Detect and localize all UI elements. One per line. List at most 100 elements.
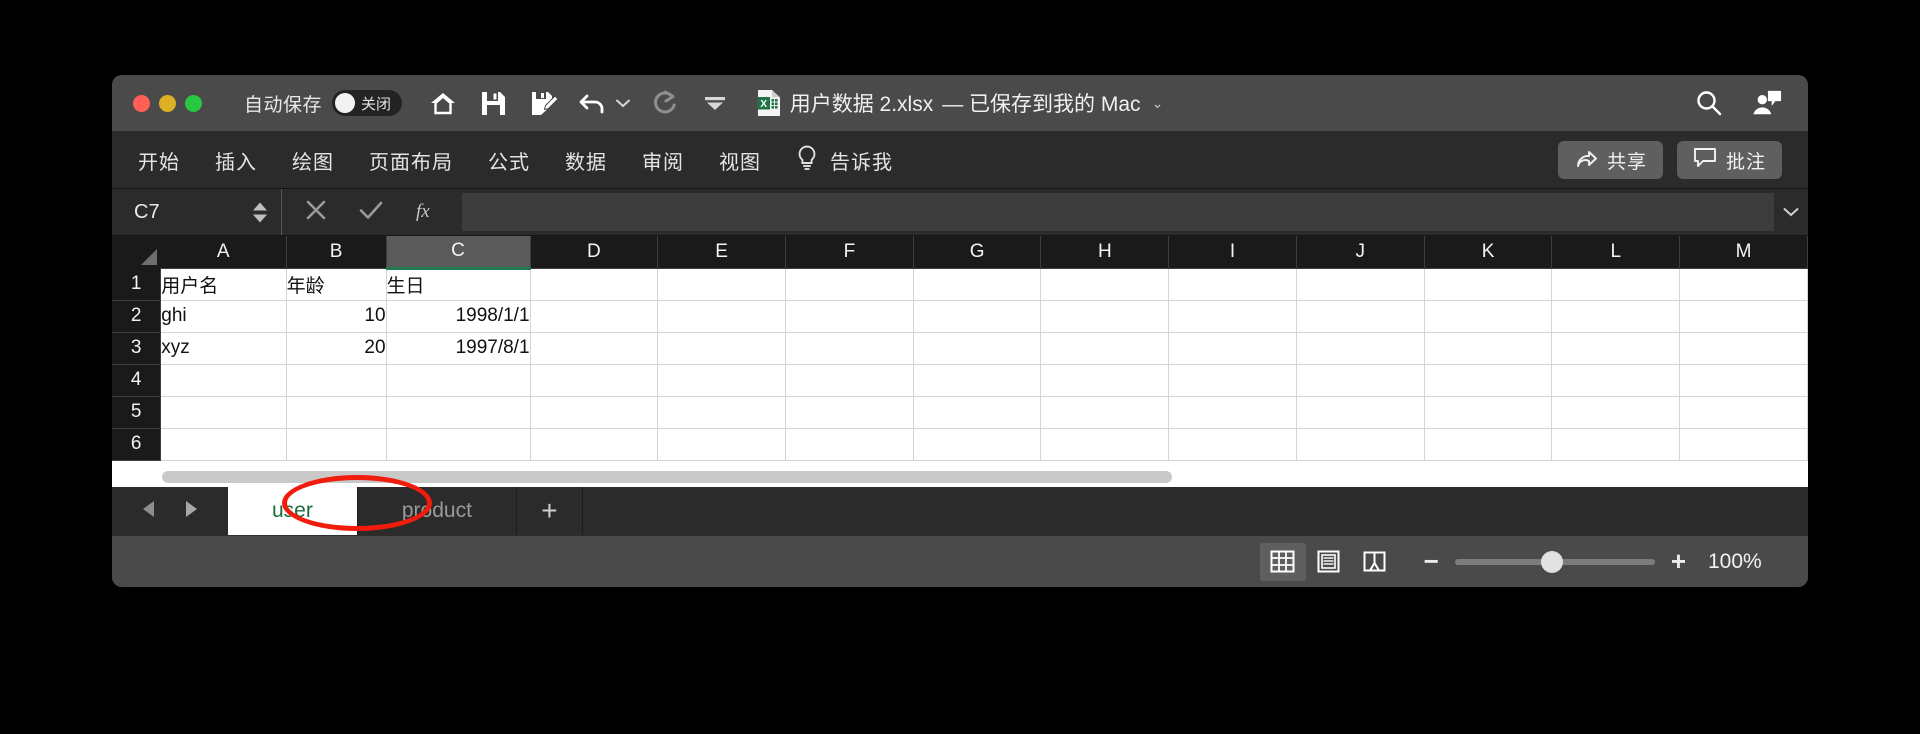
- undo-dropdown-caret-icon[interactable]: [616, 88, 631, 118]
- column-header-K[interactable]: K: [1424, 236, 1553, 269]
- cell-G4[interactable]: [913, 364, 1042, 397]
- cell-M5[interactable]: [1679, 396, 1808, 429]
- redo-icon[interactable]: [650, 88, 680, 118]
- cell-H6[interactable]: [1040, 428, 1170, 461]
- cell-I6[interactable]: [1168, 428, 1297, 461]
- row-header-1[interactable]: 1: [112, 268, 162, 301]
- cell-K3[interactable]: [1424, 332, 1553, 365]
- column-header-J[interactable]: J: [1296, 236, 1425, 269]
- home-icon[interactable]: [428, 88, 458, 118]
- cell-F5[interactable]: [785, 396, 914, 429]
- ribbon-tab-insert[interactable]: 插入: [215, 146, 257, 175]
- cell-L3[interactable]: [1551, 332, 1681, 365]
- tell-me-control[interactable]: 告诉我: [796, 145, 893, 176]
- cell-M6[interactable]: [1679, 428, 1808, 461]
- confirm-edit-icon[interactable]: [358, 198, 384, 227]
- row-header-5[interactable]: 5: [112, 396, 162, 429]
- ribbon-tab-page-layout[interactable]: 页面布局: [369, 146, 453, 175]
- zoom-out-button[interactable]: −: [1424, 546, 1439, 577]
- cell-I3[interactable]: [1168, 332, 1297, 365]
- cell-G1[interactable]: [913, 268, 1042, 301]
- zoom-slider[interactable]: [1454, 550, 1655, 573]
- cell-A4[interactable]: [160, 364, 287, 397]
- cell-A1[interactable]: 用户名: [160, 268, 287, 301]
- row-header-2[interactable]: 2: [112, 300, 162, 333]
- cell-I5[interactable]: [1168, 396, 1297, 429]
- column-header-D[interactable]: D: [530, 236, 659, 269]
- customize-toolbar-caret-icon[interactable]: [700, 88, 730, 118]
- comment-button[interactable]: 批注: [1676, 141, 1782, 179]
- cell-E4[interactable]: [657, 364, 786, 397]
- column-header-I[interactable]: I: [1168, 236, 1297, 269]
- cell-F4[interactable]: [785, 364, 914, 397]
- cell-J3[interactable]: [1296, 332, 1425, 365]
- cell-F2[interactable]: [785, 300, 914, 333]
- zoom-in-button[interactable]: +: [1671, 546, 1686, 577]
- title-dropdown-caret-icon[interactable]: ⌄: [1152, 95, 1164, 112]
- spreadsheet-grid[interactable]: A B C D E F G H I J K L M 1 用户名 年龄 生日 2 ghi 10…: [112, 236, 1808, 487]
- cancel-edit-icon[interactable]: [304, 198, 328, 227]
- cell-B5[interactable]: [286, 396, 387, 429]
- cell-D6[interactable]: [530, 428, 659, 461]
- cell-J5[interactable]: [1296, 396, 1425, 429]
- autosave-toggle[interactable]: 关闭: [332, 90, 403, 116]
- sheet-tab-product[interactable]: product: [357, 487, 517, 535]
- normal-view-icon[interactable]: [1259, 542, 1306, 581]
- save-as-icon[interactable]: [528, 88, 558, 118]
- zoom-window-button[interactable]: [185, 94, 202, 112]
- cell-M1[interactable]: [1679, 268, 1808, 301]
- autosave-control[interactable]: 自动保存 关闭: [244, 90, 403, 117]
- formula-input[interactable]: [462, 193, 1774, 231]
- cell-M2[interactable]: [1679, 300, 1808, 333]
- cell-J6[interactable]: [1296, 428, 1425, 461]
- cell-K5[interactable]: [1424, 396, 1553, 429]
- cell-K1[interactable]: [1424, 268, 1553, 301]
- cell-C4[interactable]: [386, 364, 531, 397]
- ribbon-tab-formulas[interactable]: 公式: [488, 146, 530, 175]
- cell-K6[interactable]: [1424, 428, 1553, 461]
- cell-I4[interactable]: [1168, 364, 1297, 397]
- cell-C6[interactable]: [386, 428, 531, 461]
- cell-L2[interactable]: [1551, 300, 1681, 333]
- undo-icon[interactable]: [578, 88, 608, 118]
- cell-E5[interactable]: [657, 396, 786, 429]
- cell-J1[interactable]: [1296, 268, 1425, 301]
- cell-H4[interactable]: [1040, 364, 1170, 397]
- formula-bar-expand-caret-icon[interactable]: [1774, 189, 1808, 235]
- insert-function-icon[interactable]: fx: [414, 197, 440, 228]
- page-break-view-icon[interactable]: [1352, 543, 1398, 581]
- cell-I1[interactable]: [1168, 268, 1297, 301]
- ribbon-tab-draw[interactable]: 绘图: [292, 146, 334, 175]
- cell-L1[interactable]: [1551, 268, 1681, 301]
- cell-G6[interactable]: [913, 428, 1042, 461]
- cell-D1[interactable]: [530, 268, 659, 301]
- cell-B4[interactable]: [286, 364, 387, 397]
- cell-D5[interactable]: [530, 396, 659, 429]
- cell-C1[interactable]: 生日: [386, 268, 531, 301]
- cell-J2[interactable]: [1296, 300, 1425, 333]
- row-header-3[interactable]: 3: [112, 332, 162, 365]
- ribbon-tab-review[interactable]: 审阅: [642, 146, 684, 175]
- cell-G3[interactable]: [913, 332, 1042, 365]
- cell-D3[interactable]: [530, 332, 659, 365]
- ribbon-tab-view[interactable]: 视图: [719, 146, 761, 175]
- cell-G5[interactable]: [913, 396, 1042, 429]
- cell-C3[interactable]: 1997/8/1: [386, 332, 531, 365]
- previous-sheet-icon[interactable]: [140, 499, 158, 524]
- ribbon-tab-home[interactable]: 开始: [138, 146, 180, 175]
- column-header-A[interactable]: A: [160, 236, 287, 269]
- name-box[interactable]: C7: [112, 189, 282, 235]
- select-all-corner[interactable]: [112, 236, 161, 268]
- column-header-B[interactable]: B: [286, 236, 387, 269]
- cell-E3[interactable]: [657, 332, 786, 365]
- cell-H3[interactable]: [1040, 332, 1170, 365]
- cell-C2[interactable]: 1998/1/1: [386, 300, 531, 333]
- column-header-H[interactable]: H: [1040, 236, 1170, 269]
- add-sheet-button[interactable]: +: [517, 487, 583, 535]
- next-sheet-icon[interactable]: [182, 499, 200, 524]
- row-header-4[interactable]: 4: [112, 364, 162, 397]
- cell-B3[interactable]: 20: [286, 332, 387, 365]
- cell-J4[interactable]: [1296, 364, 1425, 397]
- cell-K2[interactable]: [1424, 300, 1553, 333]
- cell-L5[interactable]: [1551, 396, 1681, 429]
